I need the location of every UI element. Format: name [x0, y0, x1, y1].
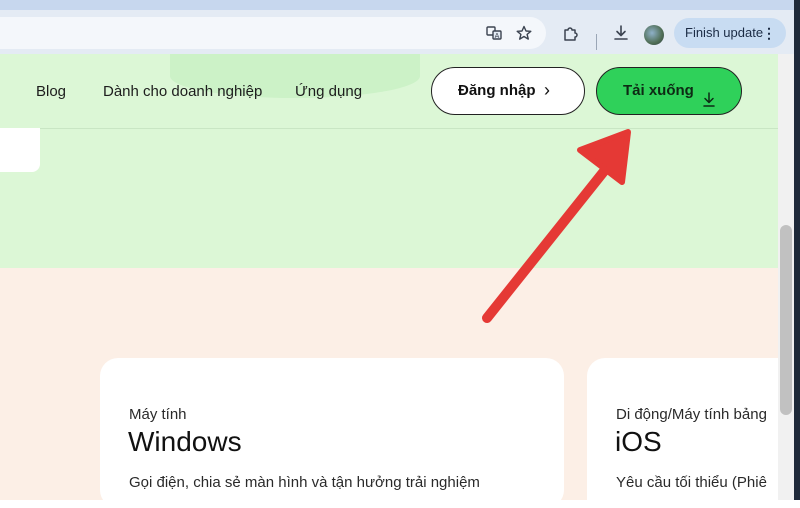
svg-text:A: A [495, 33, 500, 40]
card-category: Di động/Máy tính bảng [616, 406, 767, 423]
browser-toolbar: A Finish update ⋮ [0, 10, 794, 54]
nav-link-apps[interactable]: Ứng dụng [295, 83, 362, 100]
card-title: Windows [128, 426, 242, 457]
download-label: Tải xuống [623, 82, 694, 99]
platform-card-ios[interactable]: Di động/Máy tính bảng iOS Yêu cầu tối th… [587, 358, 778, 508]
finish-update-button[interactable]: Finish update ⋮ [674, 18, 786, 48]
card-description: Gọi điện, chia sẻ màn hình và tận hưởng … [129, 474, 480, 491]
download-button[interactable]: Tải xuống [596, 67, 742, 115]
profile-avatar[interactable] [644, 25, 664, 45]
finish-update-label: Finish update [685, 25, 764, 40]
search-box-edge [0, 128, 40, 172]
login-label: Đăng nhập [458, 82, 536, 99]
kebab-menu-icon[interactable]: ⋮ [762, 18, 776, 48]
address-bar[interactable] [0, 17, 546, 49]
scrollbar-thumb[interactable] [780, 225, 792, 415]
extensions-icon[interactable] [562, 24, 580, 46]
nav-divider [0, 128, 778, 129]
nav-link-business[interactable]: Dành cho doanh nghiệp [103, 83, 262, 100]
login-button[interactable]: Đăng nhập › [431, 67, 585, 115]
platform-card-windows[interactable]: Máy tính Windows Gọi điện, chia sẻ màn h… [100, 358, 564, 508]
translate-icon[interactable]: A [486, 25, 502, 45]
chevron-right-icon: › [544, 80, 550, 100]
window-right-frame [794, 0, 800, 500]
star-icon[interactable] [516, 25, 532, 45]
card-category: Máy tính [129, 406, 187, 423]
window-top-frame [0, 0, 800, 10]
card-description: Yêu cầu tối thiểu (Phiê [616, 474, 767, 491]
download-arrow-icon [702, 81, 716, 126]
nav-link-blog[interactable]: Blog [36, 83, 66, 100]
card-title: iOS [615, 426, 662, 457]
toolbar-divider [596, 34, 597, 50]
download-icon[interactable] [612, 24, 630, 46]
